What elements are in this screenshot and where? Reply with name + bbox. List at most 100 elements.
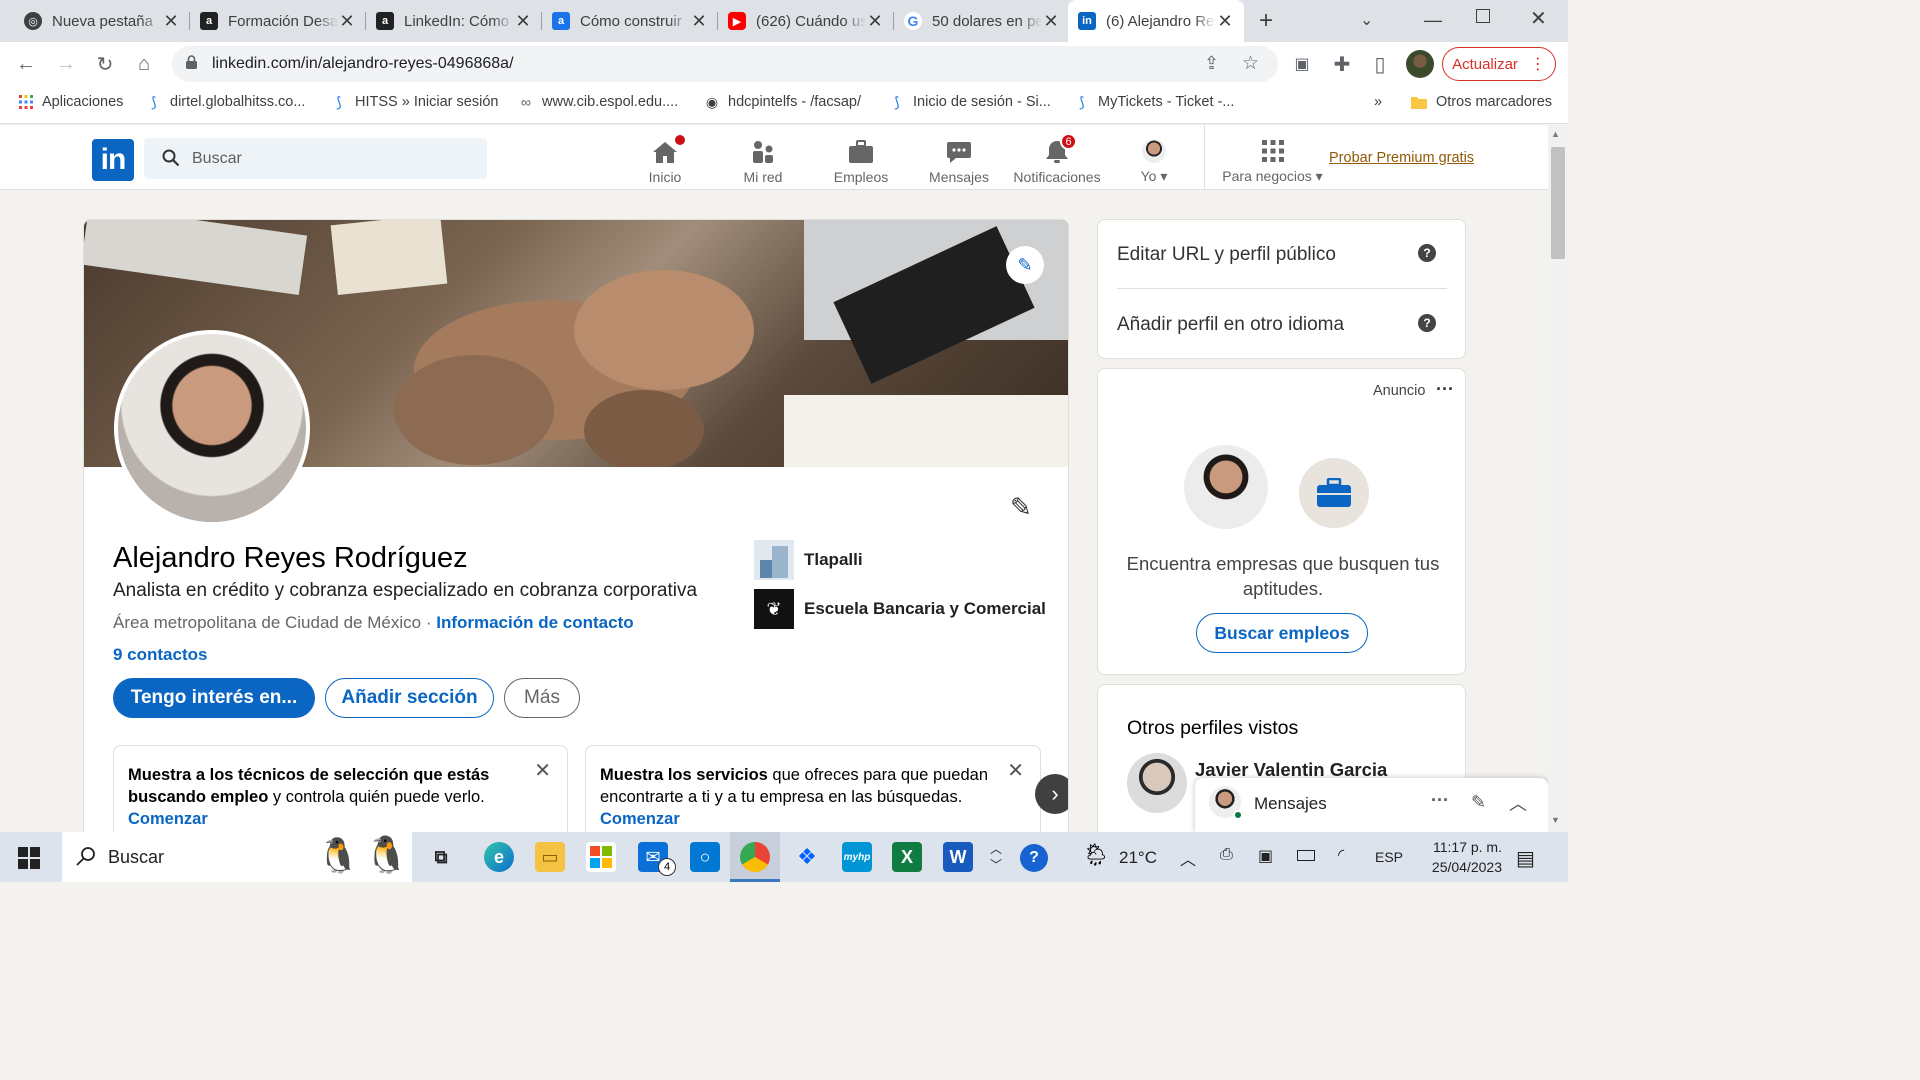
home-icon[interactable]: ⌂ [130, 50, 158, 78]
browser-tab[interactable]: G 50 dolares en pesos ✕ [894, 0, 1070, 42]
bookmark-item[interactable]: Aplicaciones [18, 94, 123, 110]
nav-home[interactable]: Inicio [617, 133, 713, 185]
more-options-icon[interactable]: ··· [1436, 379, 1454, 400]
profile-avatar[interactable] [1406, 50, 1434, 78]
carousel-next-icon[interactable]: › [1035, 774, 1068, 814]
premium-link[interactable]: Probar Premium gratis [1329, 150, 1474, 166]
chrome-taskbar-active[interactable] [730, 832, 780, 882]
nav-jobs[interactable]: Empleos [813, 133, 909, 185]
help-icon[interactable]: ? [1418, 244, 1436, 262]
wifi-icon[interactable]: ◜ [1338, 845, 1344, 865]
cortana-icon[interactable]: ○ [690, 842, 720, 872]
profile-avatar[interactable] [1127, 753, 1187, 813]
meet-icon[interactable]: ⎙ [1220, 846, 1233, 864]
battery-icon[interactable] [1297, 850, 1315, 861]
browser-tab[interactable]: ◎ Nueva pestaña ✕ [14, 0, 190, 42]
notification-center-icon[interactable]: ▤ [1516, 846, 1535, 871]
close-icon[interactable]: ✕ [162, 11, 180, 32]
close-icon[interactable]: ✕ [866, 11, 884, 32]
add-language-link[interactable]: Añadir perfil en otro idioma [1117, 314, 1344, 336]
browser-tab-active[interactable]: in (6) Alejandro Reyes ✕ [1068, 0, 1244, 42]
nav-messaging[interactable]: Mensajes [911, 133, 1007, 185]
extension-icon[interactable]: ▣ [1288, 50, 1316, 78]
experience-item[interactable]: Tlapalli [754, 540, 863, 580]
browser-tab[interactable]: a Formación Desarrollo ✕ [190, 0, 366, 42]
update-button[interactable]: Actualizar ⋮ [1442, 47, 1556, 81]
task-view-icon[interactable]: ⧉ [426, 842, 456, 872]
taskbar-search-input[interactable]: Buscar 🐧 🐧 [62, 832, 412, 882]
puzzle-icon[interactable]: ✚ [1328, 50, 1356, 78]
nav-for-business[interactable]: Para negocios ▾ [1210, 133, 1335, 185]
close-icon[interactable]: ✕ [1042, 11, 1060, 32]
more-options-icon[interactable]: ··· [1431, 790, 1449, 811]
nav-notifications[interactable]: 6 Notificaciones [1009, 133, 1105, 185]
close-icon[interactable]: ✕ [1007, 760, 1024, 782]
chevron-up-icon[interactable]: ︿ [1180, 846, 1196, 870]
bookmark-item[interactable]: ⟆ HITSS » Iniciar sesión [331, 94, 498, 111]
linkedin-logo[interactable]: in [92, 139, 134, 181]
scrollbar-thumb[interactable] [1551, 147, 1565, 259]
education-item[interactable]: ❦ Escuela Bancaria y Comercial [754, 589, 1046, 629]
clock[interactable]: 11:17 p. m. 25/04/2023 [1410, 837, 1502, 877]
compose-icon[interactable]: ✎ [1471, 792, 1486, 813]
address-bar[interactable]: linkedin.com/in/alejandro-reyes-0496868a… [172, 46, 1278, 82]
connections-link[interactable]: 9 contactos [113, 645, 207, 665]
edit-url-link[interactable]: Editar URL y perfil público [1117, 244, 1336, 266]
browser-tab[interactable]: a Cómo construir ✕ [542, 0, 718, 42]
new-tab-icon[interactable]: + [1252, 8, 1280, 36]
close-icon[interactable]: ✕ [1216, 11, 1234, 32]
file-explorer-icon[interactable]: ▭ [535, 842, 565, 872]
bookmark-item[interactable]: ∞ www.cib.espol.edu.... [518, 94, 678, 110]
search-jobs-button[interactable]: Buscar empleos [1196, 613, 1368, 653]
display-icon[interactable]: ▣ [1258, 846, 1273, 866]
page-scrollbar[interactable]: ▲ ▼ [1548, 125, 1568, 832]
bookmark-item[interactable]: ◉ hdcpintelfs - /facsap/ [704, 94, 861, 111]
sidepanel-icon[interactable]: ▯ [1366, 50, 1394, 78]
bookmark-item[interactable]: ⟆ Inicio de sesión - Si... [889, 94, 1051, 111]
other-bookmarks-folder[interactable]: Otros marcadores [1410, 94, 1552, 110]
word-icon[interactable]: W [943, 842, 973, 872]
close-icon[interactable]: ✕ [690, 11, 708, 32]
bookmark-item[interactable]: ⟆ MyTickets - Ticket -... [1074, 94, 1234, 111]
forward-icon[interactable]: → [52, 50, 80, 78]
edge-icon[interactable]: e [484, 842, 514, 872]
windows-start-icon[interactable] [18, 847, 40, 869]
language-indicator[interactable]: ESP [1375, 849, 1403, 865]
start-link[interactable]: Comenzar [128, 810, 208, 828]
edit-banner-button[interactable]: ✎ [1006, 246, 1044, 284]
add-section-button[interactable]: Añadir sección [325, 678, 494, 718]
open-to-button[interactable]: Tengo interés en... [113, 678, 315, 718]
more-button[interactable]: Más [504, 678, 580, 718]
browser-tab[interactable]: ▶ (626) Cuándo usar ✕ [718, 0, 894, 42]
tab-search-icon[interactable]: ⌄ [1360, 10, 1373, 30]
search-input[interactable]: Buscar [144, 138, 487, 179]
profile-photo[interactable] [114, 330, 310, 526]
nav-my-network[interactable]: Mi red [715, 133, 811, 185]
edit-intro-pencil-icon[interactable]: ✎ [1010, 492, 1032, 523]
close-icon[interactable]: ✕ [514, 11, 532, 32]
share-icon[interactable]: ⇪ [1204, 53, 1219, 74]
help-icon[interactable]: ? [1418, 314, 1436, 332]
minimize-icon[interactable]: — [1424, 10, 1442, 31]
messaging-overlay[interactable]: Mensajes ··· ✎ ︿ [1195, 778, 1548, 832]
close-icon[interactable]: ✕ [338, 11, 356, 32]
restore-icon[interactable] [1476, 9, 1490, 23]
dropbox-icon[interactable]: ❖ [792, 842, 822, 872]
help-icon[interactable]: ? [1020, 844, 1048, 872]
bookmark-star-icon[interactable]: ☆ [1242, 52, 1259, 75]
weather-temp[interactable]: 21°C [1119, 848, 1157, 868]
browser-tab[interactable]: a LinkedIn: Cómo ✕ [366, 0, 542, 42]
overflow-arrows-icon[interactable]: ︿ ﹀ [990, 841, 1002, 873]
nav-me[interactable]: Yo ▾ [1106, 133, 1202, 185]
excel-icon[interactable]: X [892, 842, 922, 872]
chevron-up-icon[interactable]: ︿ [1509, 790, 1527, 816]
scroll-up-icon[interactable]: ▲ [1551, 129, 1560, 139]
scroll-down-icon[interactable]: ▼ [1551, 815, 1560, 825]
bookmark-item[interactable]: ⟆ dirtel.globalhitss.co... [146, 94, 305, 111]
bookmarks-overflow-button[interactable]: » [1374, 94, 1382, 110]
myhp-icon[interactable]: myhp [842, 842, 872, 872]
reload-icon[interactable]: ↻ [91, 50, 119, 78]
close-window-icon[interactable]: ✕ [1530, 6, 1547, 31]
contact-info-link[interactable]: Información de contacto [436, 613, 633, 632]
start-link[interactable]: Comenzar [600, 810, 680, 828]
